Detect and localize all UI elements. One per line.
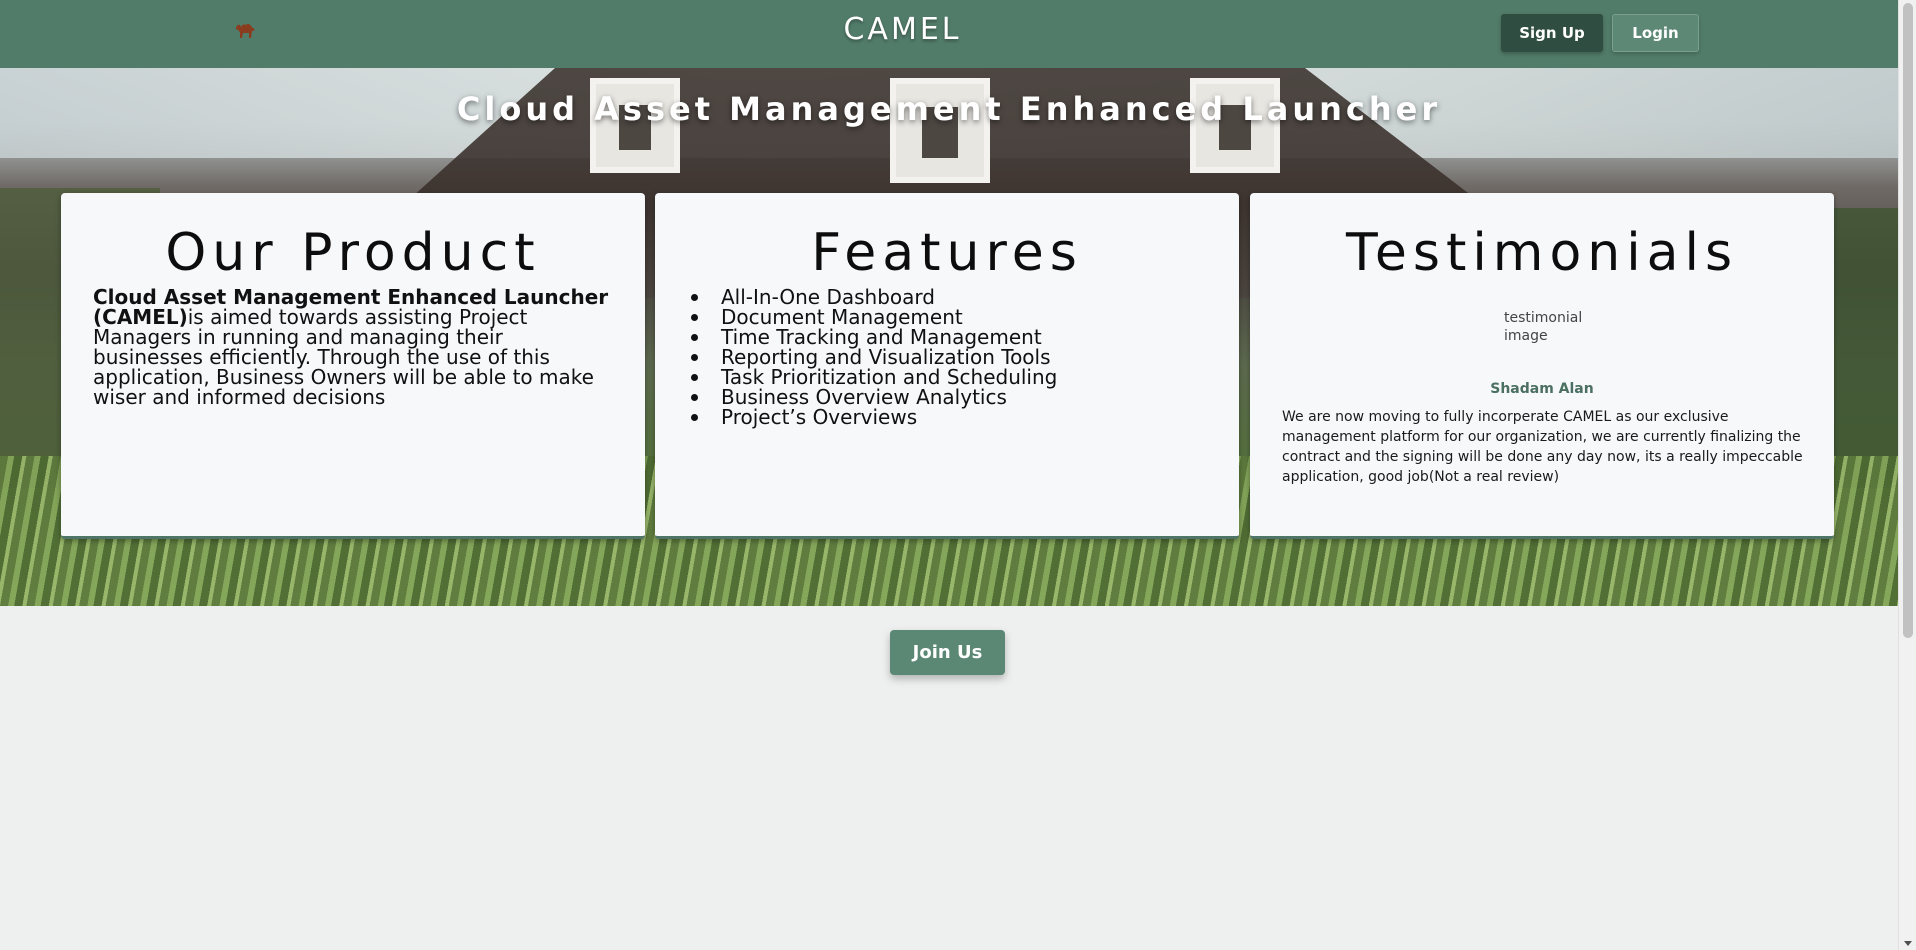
feature-item: Project’s Overviews: [687, 407, 1239, 427]
features-card: Features All-In-One Dashboard Document M…: [655, 193, 1239, 539]
product-heading: Our Product: [165, 223, 541, 283]
feature-item: Document Management: [687, 307, 1239, 327]
testimonial-quote: We are now moving to fully incorperate C…: [1282, 409, 1803, 485]
feature-item: All-In-One Dashboard: [687, 287, 1239, 307]
sign-up-button[interactable]: Sign Up: [1501, 14, 1603, 52]
scroll-down-arrow-icon[interactable]: [1904, 941, 1912, 946]
testimonials-heading: Testimonials: [1345, 223, 1739, 283]
feature-item: Reporting and Visualization Tools: [687, 347, 1239, 367]
testimonial-author: Shadam Alan: [1490, 381, 1594, 397]
navbar: CAMEL Sign Up Login: [0, 0, 1898, 68]
features-heading: Features: [811, 223, 1083, 283]
product-card: Our Product Cloud Asset Management Enhan…: [61, 193, 645, 539]
testimonial-image: testimonial image: [1504, 310, 1583, 344]
login-button[interactable]: Login: [1612, 14, 1699, 52]
join-us-button[interactable]: Join Us: [890, 630, 1005, 675]
testimonials-card: Testimonials testimonial image Shadam Al…: [1250, 193, 1834, 539]
product-description: Cloud Asset Management Enhanced Launcher…: [93, 287, 613, 407]
features-list: All-In-One Dashboard Document Management…: [687, 287, 1239, 427]
hero-title: Cloud Asset Management Enhanced Launcher: [456, 90, 1442, 128]
feature-item: Time Tracking and Management: [687, 327, 1239, 347]
feature-item: Business Overview Analytics: [687, 387, 1239, 407]
feature-item: Task Prioritization and Scheduling: [687, 367, 1239, 387]
page-scrollbar[interactable]: [1898, 0, 1916, 950]
scrollbar-thumb[interactable]: [1903, 3, 1913, 638]
